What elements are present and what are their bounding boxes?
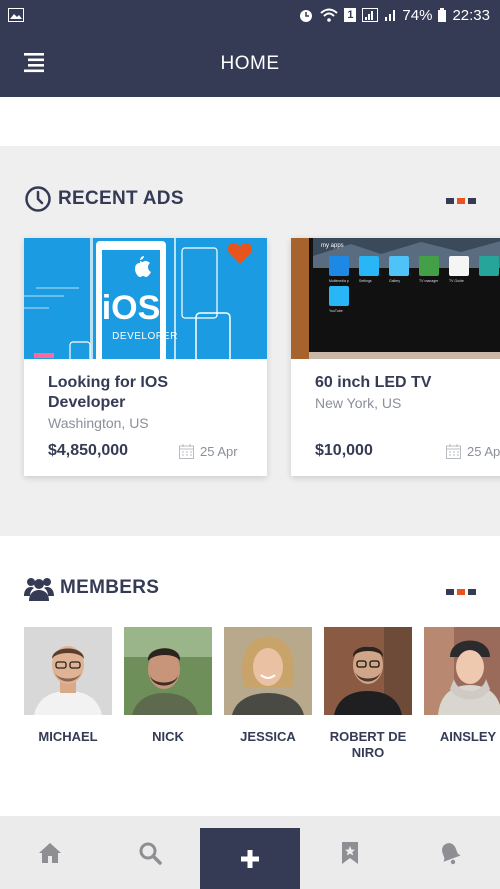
ad-card[interactable]: my apps Multimedia p Settings Gallery TV…: [291, 238, 500, 476]
svg-text:Gallery: Gallery: [389, 279, 400, 283]
member-item[interactable]: ROBERT DE NIRO: [324, 627, 412, 761]
nav-bookmark-button[interactable]: [300, 816, 400, 889]
battery-icon: [438, 8, 447, 22]
ad-date: 25 Apr: [179, 444, 238, 459]
clock: 22:33: [452, 6, 490, 24]
svg-text:DEVELOPER: DEVELOPER: [112, 331, 178, 342]
members-list: MICHAEL NICK JESSICA ROBERT DE NIRO AINS…: [24, 627, 500, 761]
member-name: MICHAEL: [38, 729, 98, 744]
ad-image: iOS DEVELOPER: [24, 238, 267, 359]
member-name: AINSLEY: [439, 729, 497, 744]
pager-dot-active: [457, 198, 465, 204]
member-item[interactable]: AINSLEY: [424, 627, 500, 761]
calendar-icon: [179, 444, 194, 459]
recent-ads-header: RECENT ADS: [24, 185, 184, 213]
member-name: NICK: [152, 729, 184, 744]
avatar: [324, 627, 412, 715]
group-icon: [24, 578, 54, 601]
favorite-heart-icon[interactable]: [227, 242, 253, 266]
page-title: HOME: [220, 52, 280, 74]
tv-photo-illustration: my apps Multimedia p Settings Gallery TV…: [291, 238, 500, 359]
svg-text:YouTube: YouTube: [329, 309, 343, 313]
member-item[interactable]: JESSICA: [224, 627, 312, 761]
bell-icon: [442, 842, 461, 864]
avatar: [24, 627, 112, 715]
status-bar: 1 74% 22:33: [0, 0, 500, 30]
member-name: ROBERT DE NIRO: [329, 729, 407, 760]
nav-add-button[interactable]: [200, 828, 300, 889]
ad-title: Looking for IOS Developer: [48, 374, 168, 411]
battery-percent: 74%: [402, 6, 433, 24]
bottom-navigation: [0, 816, 500, 889]
members-section: MEMBERS MICHAEL NICK JESSICA ROBERT DE N…: [0, 536, 500, 816]
ad-title: 60 inch LED TV: [315, 374, 432, 391]
ad-cards: iOS DEVELOPER Looking for IOS Developer …: [24, 238, 500, 476]
clock-icon: [25, 186, 51, 212]
bookmark-icon: [342, 841, 358, 864]
member-item[interactable]: MICHAEL: [24, 627, 112, 761]
pager-dot: [468, 589, 476, 595]
svg-text:Multimedia p: Multimedia p: [329, 279, 349, 283]
recent-ads-pager[interactable]: [446, 198, 476, 204]
pager-dot: [446, 589, 454, 595]
ad-location: Washington, US: [48, 415, 149, 431]
signal-secondary-icon: [384, 8, 396, 22]
image-notification-icon: [8, 8, 24, 22]
members-header: MEMBERS: [24, 574, 159, 602]
members-title: MEMBERS: [60, 577, 160, 598]
signal-icon: [362, 8, 379, 22]
svg-text:TV Guide: TV Guide: [449, 279, 464, 283]
member-item[interactable]: NICK: [124, 627, 212, 761]
sim-slot-icon: 1: [344, 8, 357, 22]
ad-date: 25 Ap: [446, 444, 500, 459]
plus-icon: [241, 849, 259, 868]
ad-card[interactable]: iOS DEVELOPER Looking for IOS Developer …: [24, 238, 267, 476]
home-icon: [39, 842, 61, 863]
member-name: JESSICA: [240, 729, 296, 744]
wifi-icon: [320, 8, 339, 22]
avatar: [124, 627, 212, 715]
ad-date-text: 25 Apr: [200, 444, 238, 459]
nav-notifications-button[interactable]: [400, 816, 500, 889]
svg-text:TV manager: TV manager: [419, 279, 439, 283]
nav-home-button[interactable]: [0, 816, 100, 889]
svg-text:Settings: Settings: [359, 279, 372, 283]
alarm-icon: [298, 7, 314, 23]
top-content-strip: [0, 97, 500, 146]
calendar-icon: [446, 444, 461, 459]
recent-ads-title: RECENT ADS: [58, 188, 184, 209]
app-bar: HOME: [0, 30, 500, 97]
ad-location: New York, US: [315, 395, 402, 411]
menu-button[interactable]: [24, 52, 46, 74]
members-pager[interactable]: [446, 589, 476, 595]
nav-search-button[interactable]: [100, 816, 200, 889]
avatar: [424, 627, 500, 715]
ad-price: $10,000: [315, 442, 373, 459]
search-icon: [139, 842, 162, 865]
pager-dot: [468, 198, 476, 204]
avatar: [224, 627, 312, 715]
ad-image: my apps Multimedia p Settings Gallery TV…: [291, 238, 500, 359]
ad-date-text: 25 Ap: [467, 444, 500, 459]
pager-dot: [446, 198, 454, 204]
menu-icon: [24, 53, 44, 73]
pager-dot-active: [457, 589, 465, 595]
ad-price: $4,850,000: [48, 442, 129, 459]
recent-ads-section: RECENT ADS iOS DEVELOPER Looking for IOS…: [0, 146, 500, 536]
svg-text:my apps: my apps: [321, 243, 344, 249]
svg-text:iOS: iOS: [102, 289, 161, 327]
